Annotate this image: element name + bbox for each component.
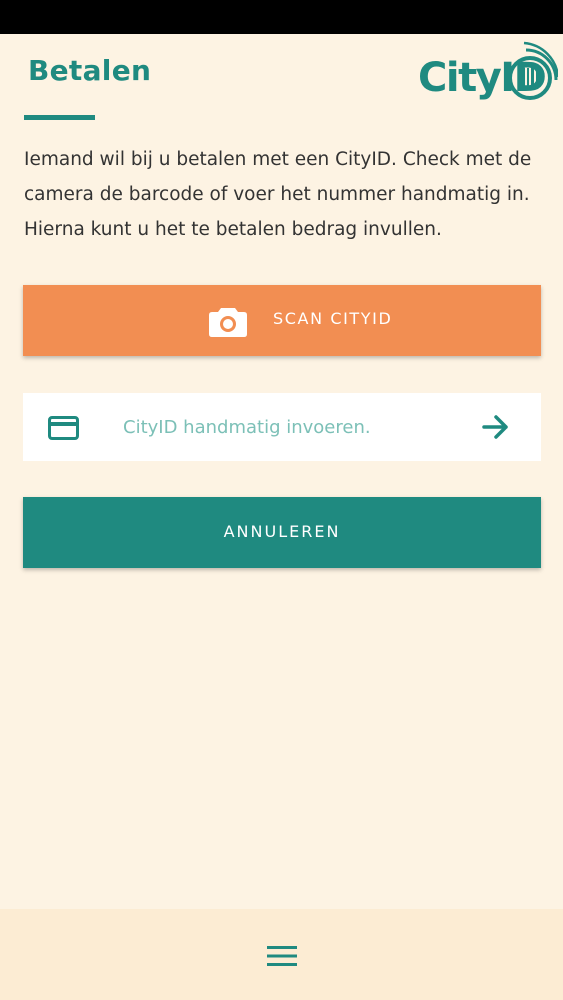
arrow-right-icon[interactable] <box>482 414 510 440</box>
page-title: Betalen <box>28 54 152 87</box>
scan-cityid-button[interactable]: SCAN CITYID <box>23 285 541 356</box>
intro-text: Iemand wil bij u betalen met een CityID.… <box>24 149 532 240</box>
credit-card-icon <box>48 416 79 440</box>
camera-icon <box>209 308 247 337</box>
cancel-button-label: ANNULEREN <box>223 522 341 541</box>
cancel-button[interactable]: ANNULEREN <box>23 497 541 568</box>
hamburger-menu-icon[interactable] <box>267 945 297 967</box>
scan-button-label: SCAN CITYID <box>273 309 393 328</box>
status-bar <box>0 0 563 34</box>
cityid-input[interactable] <box>123 411 463 443</box>
bottom-bar <box>0 909 563 1000</box>
manual-entry-field <box>23 393 541 461</box>
header: Betalen CityID <box>0 34 563 126</box>
logo-text: CityID <box>418 55 547 101</box>
title-underline <box>24 115 95 120</box>
cityid-logo: CityID <box>418 40 558 112</box>
